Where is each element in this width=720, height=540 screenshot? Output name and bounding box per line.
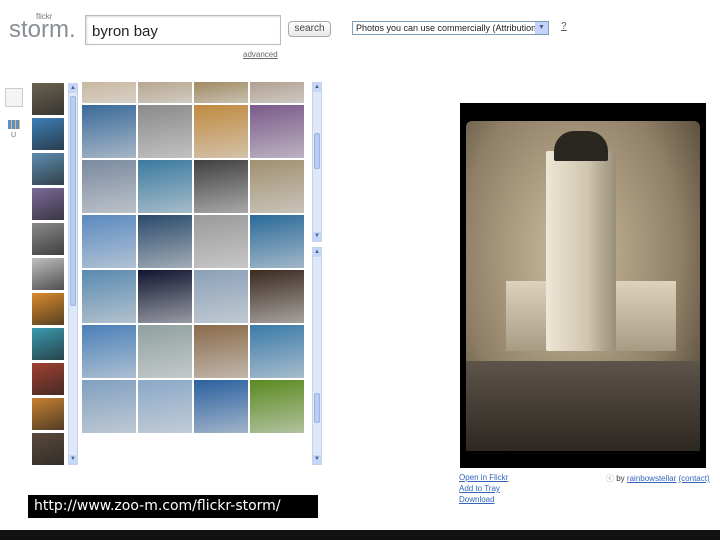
grid-thumbnail[interactable]	[194, 380, 248, 433]
advanced-link[interactable]: advanced	[243, 50, 278, 59]
license-select-value: Photos you can use commercially (Attribu…	[356, 23, 540, 33]
grid-label: U	[11, 132, 17, 139]
scroll-up-icon[interactable]: ▲	[313, 248, 321, 257]
photo-credit: ⓒ by rainbowstellar (contact)	[606, 473, 710, 484]
help-link[interactable]: ?	[561, 21, 567, 32]
grid-thumbnail[interactable]	[250, 215, 304, 268]
grid-thumbnail[interactable]	[82, 325, 136, 378]
strip-scrollbar[interactable]: ▲ ▼	[68, 83, 78, 465]
scroll-thumb[interactable]	[70, 96, 76, 306]
url-banner: http://www.zoo-m.com/flickr-storm/	[28, 495, 318, 518]
download-link[interactable]: Download	[459, 494, 508, 505]
logo: storm.	[9, 16, 76, 43]
grid-scrollbar-top[interactable]: ▲ ▼	[312, 82, 322, 242]
grid-thumbnail[interactable]	[138, 325, 192, 378]
open-in-flickr-link[interactable]: Open in Flickr	[459, 472, 508, 483]
add-to-tray-link[interactable]: Add to Tray	[459, 483, 508, 494]
grid-thumbnail[interactable]	[194, 270, 248, 323]
grid-thumbnail[interactable]	[82, 160, 136, 213]
scroll-thumb[interactable]	[314, 393, 320, 423]
grid-thumbnail[interactable]	[82, 380, 136, 433]
grid-thumbnail[interactable]	[138, 270, 192, 323]
grid-thumbnail[interactable]	[250, 105, 304, 158]
strip-thumbnail[interactable]	[32, 258, 64, 290]
photo-grid	[82, 82, 306, 433]
search-button[interactable]: search	[288, 21, 331, 37]
grid-thumbnail[interactable]	[250, 380, 304, 433]
strip-thumbnail[interactable]	[32, 118, 64, 150]
scroll-thumb[interactable]	[314, 133, 320, 169]
by-label: by	[616, 474, 625, 483]
strip-thumbnail[interactable]	[32, 153, 64, 185]
scroll-down-icon[interactable]: ▼	[313, 455, 321, 464]
strip-thumbnail[interactable]	[32, 398, 64, 430]
contact-link[interactable]: (contact)	[679, 474, 710, 483]
grid-thumbnail[interactable]	[250, 270, 304, 323]
grid-view-icon[interactable]	[8, 120, 20, 129]
grid-thumbnail[interactable]	[138, 380, 192, 433]
lighthouse-image	[466, 121, 700, 451]
grid-thumbnail[interactable]	[194, 215, 248, 268]
strip-thumbnail[interactable]	[32, 83, 64, 115]
grid-thumbnail[interactable]	[82, 82, 136, 103]
grid-thumbnail[interactable]	[194, 160, 248, 213]
strip-thumbnail[interactable]	[32, 433, 64, 465]
strip-thumbnail[interactable]	[32, 223, 64, 255]
grid-thumbnail[interactable]	[194, 105, 248, 158]
thumbnail-strip	[32, 83, 65, 468]
bottom-bar	[0, 530, 720, 540]
search-input[interactable]: byron bay	[85, 15, 281, 45]
photo-actions: Open in Flickr Add to Tray Download	[459, 472, 508, 505]
selected-photo[interactable]	[460, 103, 706, 468]
scroll-up-icon[interactable]: ▲	[313, 83, 321, 92]
grid-thumbnail[interactable]	[82, 105, 136, 158]
grid-thumbnail[interactable]	[82, 215, 136, 268]
strip-thumbnail[interactable]	[32, 363, 64, 395]
scroll-up-icon[interactable]: ▲	[69, 84, 77, 93]
grid-thumbnail[interactable]	[138, 82, 192, 103]
chevron-down-icon: ▼	[535, 22, 548, 34]
grid-thumbnail[interactable]	[138, 105, 192, 158]
grid-thumbnail[interactable]	[250, 160, 304, 213]
scroll-down-icon[interactable]: ▼	[313, 232, 321, 241]
scroll-down-icon[interactable]: ▼	[69, 455, 77, 464]
cc-icon: ⓒ	[606, 474, 614, 483]
license-select[interactable]: Photos you can use commercially (Attribu…	[352, 21, 549, 35]
grid-thumbnail[interactable]	[250, 82, 304, 103]
grid-thumbnail[interactable]	[194, 82, 248, 103]
grid-thumbnail[interactable]	[194, 325, 248, 378]
grid-scrollbar-bottom[interactable]: ▲ ▼	[312, 247, 322, 465]
author-link[interactable]: rainbowstellar	[627, 474, 676, 483]
strip-thumbnail[interactable]	[32, 188, 64, 220]
strip-thumbnail[interactable]	[32, 328, 64, 360]
grid-thumbnail[interactable]	[138, 215, 192, 268]
grid-thumbnail[interactable]	[250, 325, 304, 378]
tray-icon[interactable]	[5, 88, 23, 107]
grid-thumbnail[interactable]	[138, 160, 192, 213]
grid-thumbnail[interactable]	[82, 270, 136, 323]
strip-thumbnail[interactable]	[32, 293, 64, 325]
